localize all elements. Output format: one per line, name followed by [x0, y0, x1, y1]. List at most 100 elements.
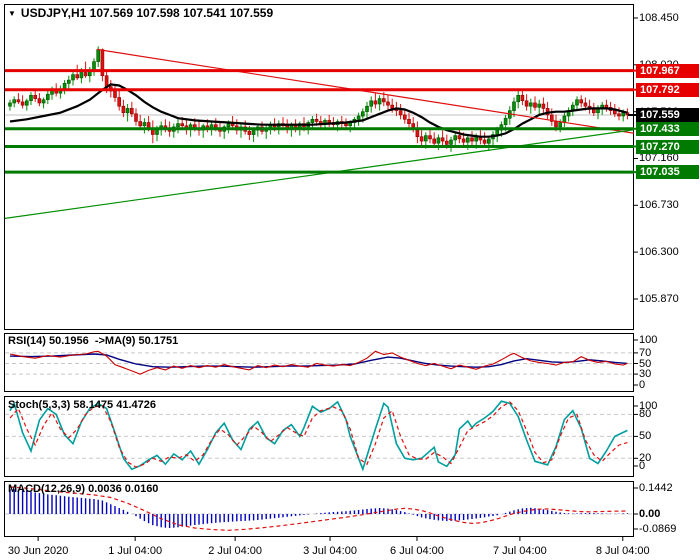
stoch-axis-label: 50 — [639, 430, 652, 443]
time-axis-label: 7 Jul 04:00 — [492, 545, 547, 557]
price-level-chip: 107.792 — [636, 82, 699, 97]
candle-body — [79, 72, 84, 79]
candle-body — [142, 122, 147, 127]
candle-body — [390, 104, 395, 109]
candle-body — [457, 135, 462, 140]
candle-body — [444, 140, 449, 145]
candle-body — [402, 114, 407, 120]
candle-body — [453, 135, 458, 141]
price-level-chip: 107.035 — [636, 165, 699, 180]
candle-body — [138, 121, 142, 127]
candle-body — [486, 138, 491, 144]
candle-body — [528, 102, 533, 107]
rsi-plot[interactable] — [5, 350, 634, 375]
candle-body — [134, 113, 138, 122]
price-tick-label: 106.730 — [639, 199, 679, 212]
candle-body — [373, 100, 378, 105]
candle-body — [579, 99, 584, 104]
candle-body — [617, 113, 621, 117]
candle-body — [428, 135, 432, 140]
candle-body — [8, 102, 12, 107]
candle-body — [113, 90, 117, 98]
candle-body — [125, 108, 130, 114]
chart-canvas[interactable] — [0, 0, 700, 560]
candle-body — [407, 119, 411, 125]
candle-body — [20, 101, 25, 106]
candle-body — [503, 117, 508, 125]
candle-body — [524, 100, 529, 107]
candle-body — [33, 95, 38, 99]
candle-body — [558, 122, 563, 128]
price-tick-label: 106.300 — [639, 246, 679, 259]
candle-body — [533, 102, 537, 108]
stoch-main-line — [9, 400, 628, 472]
candle-body — [356, 115, 361, 120]
stoch-axis-label: 0 — [639, 460, 646, 472]
time-axis-label: 8 Jul 04:00 — [595, 545, 650, 557]
macd-label: MACD(12,26,9) 0.0036 0.0160 — [8, 483, 159, 495]
time-axis-label: 6 Jul 04:00 — [390, 545, 444, 557]
main-plot[interactable] — [5, 46, 635, 219]
candle-body — [146, 122, 151, 129]
stoch-axis-label: 80 — [639, 408, 652, 421]
candle-body — [470, 137, 474, 142]
green-trendline — [5, 129, 634, 219]
candle-body — [130, 108, 134, 115]
candle-body — [71, 74, 75, 81]
rsi-ma-line — [9, 353, 628, 368]
candle-body — [121, 105, 126, 113]
candle-body — [29, 95, 33, 102]
candle-body — [83, 72, 88, 77]
symbol-label: USDJPY,H1 — [20, 6, 87, 20]
chart-legend: ▼ USDJPY,H1 107.569 107.598 107.541 107.5… — [8, 6, 273, 20]
candle-body — [12, 99, 16, 104]
candle-body — [62, 83, 67, 90]
candle-body — [75, 74, 79, 79]
time-axis-label: 3 Jul 04:00 — [303, 545, 357, 557]
current-price-chip: 107.559 — [636, 108, 699, 123]
candle-body — [176, 123, 180, 128]
price-level-chip: 107.433 — [636, 121, 699, 136]
candle-body — [117, 97, 121, 107]
candle-body — [381, 98, 386, 103]
candle-body — [575, 99, 579, 106]
price-tick-label: 105.870 — [639, 292, 679, 305]
candle-body — [512, 101, 516, 111]
candle-body — [612, 110, 617, 115]
candle-body — [180, 123, 184, 127]
candle-body — [398, 110, 403, 116]
candle-body — [369, 100, 374, 107]
candle-body — [386, 101, 390, 106]
candle-body — [621, 112, 626, 117]
macd-axis-label: 0.1442 — [639, 482, 673, 494]
candle-body — [583, 102, 588, 107]
candle-body — [104, 75, 109, 87]
candle-body — [377, 98, 382, 105]
candle-body — [327, 120, 332, 123]
candle-body — [482, 139, 487, 144]
macd-axis-label: -0.0869 — [639, 523, 677, 535]
time-axis-label: 1 Jul 04:00 — [108, 545, 163, 557]
ohlc-quote: 107.569 107.598 107.541 107.559 — [89, 6, 274, 20]
rsi-axis-label: 0 — [639, 379, 646, 391]
candle-body — [432, 138, 437, 144]
chart-window: ▼ USDJPY,H1 107.569 107.598 107.541 107.5… — [0, 0, 700, 560]
candle-body — [67, 79, 71, 84]
price-level-chip: 107.270 — [636, 139, 699, 154]
rsi-label: RSI(14) 50.1956 ->MA(9) 50.1751 — [8, 335, 179, 347]
stoch-plot[interactable] — [5, 400, 634, 472]
candle-body — [41, 99, 46, 104]
candle-body — [45, 93, 50, 100]
candle-body — [419, 136, 424, 142]
candle-body — [310, 119, 315, 123]
candle-body — [247, 131, 252, 135]
candle-body — [423, 135, 428, 142]
price-tick-label: 108.450 — [639, 12, 679, 24]
candle-body — [37, 98, 42, 104]
candle-body — [562, 115, 567, 123]
candle-body — [591, 109, 596, 114]
candle-body — [96, 49, 100, 62]
candle-body — [24, 100, 29, 106]
candle-body — [516, 95, 521, 103]
rsi-axis-label: 100 — [639, 334, 658, 346]
